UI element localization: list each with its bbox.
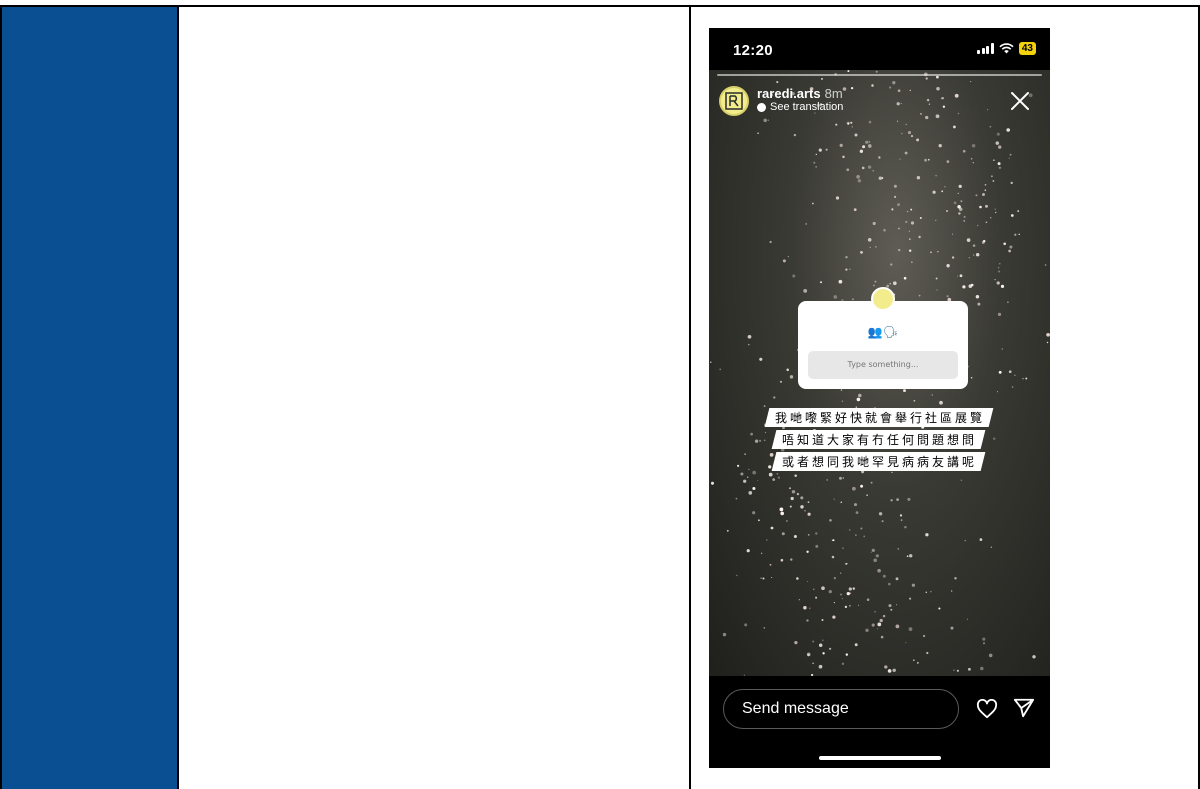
username-text: raredi.arts bbox=[757, 86, 821, 101]
caption-text: 或者想同我哋罕見病病友講呢 bbox=[782, 455, 978, 469]
globe-icon bbox=[757, 102, 766, 112]
story-progress-bar bbox=[717, 74, 1042, 76]
caption-text: 我哋嚟緊好快就會舉行社區展覽 bbox=[774, 411, 985, 425]
battery-icon: 43 bbox=[1018, 42, 1036, 55]
question-sticker[interactable]: 👥🗣 Type something... bbox=[798, 287, 968, 389]
status-time: 12:20 bbox=[733, 42, 773, 59]
story-username[interactable]: raredi.arts 8m bbox=[757, 86, 843, 101]
reply-bar: Send message bbox=[709, 676, 1050, 768]
cellular-signal-icon bbox=[977, 43, 994, 54]
caption-line: 或者想同我哋罕見病病友講呢 bbox=[772, 452, 986, 471]
wifi-icon bbox=[999, 43, 1014, 54]
caption-line: 唔知道大家有冇任何問題想問 bbox=[772, 430, 986, 449]
question-sticker-avatar bbox=[871, 287, 895, 311]
account-avatar[interactable] bbox=[719, 86, 749, 116]
table-top-border bbox=[0, 5, 1200, 7]
document-frame: 12:20 43 raredi.arts 8m See translation … bbox=[0, 0, 1200, 789]
table-border-col3 bbox=[689, 5, 691, 789]
home-indicator bbox=[819, 756, 941, 760]
close-icon[interactable] bbox=[1009, 90, 1031, 112]
blue-column-cell bbox=[2, 7, 177, 789]
question-response-input[interactable]: Type something... bbox=[808, 351, 958, 379]
story-age: 8m bbox=[824, 86, 843, 101]
table-border-col2 bbox=[177, 5, 179, 789]
send-message-input[interactable]: Send message bbox=[723, 689, 959, 729]
instagram-story-screenshot: 12:20 43 raredi.arts 8m See translation … bbox=[709, 28, 1050, 768]
heart-icon[interactable] bbox=[976, 699, 998, 719]
story-header: raredi.arts 8m See translation bbox=[719, 86, 1039, 126]
story-caption: 我哋嚟緊好快就會舉行社區展覽 唔知道大家有冇任何問題想問 或者想同我哋罕見病病友… bbox=[749, 408, 1009, 474]
story-content[interactable]: raredi.arts 8m See translation 👥🗣 Type so… bbox=[709, 70, 1050, 676]
logo-icon bbox=[725, 92, 743, 110]
caption-text: 唔知道大家有冇任何問題想問 bbox=[782, 433, 978, 447]
caption-line: 我哋嚟緊好快就會舉行社區展覽 bbox=[764, 408, 994, 427]
status-icons: 43 bbox=[977, 42, 1036, 55]
see-translation-link[interactable]: See translation bbox=[757, 101, 843, 113]
send-icon[interactable] bbox=[1013, 697, 1035, 719]
question-prompt: 👥🗣 bbox=[867, 325, 899, 339]
status-bar: 12:20 43 bbox=[709, 28, 1050, 70]
see-translation-label: See translation bbox=[770, 101, 844, 113]
